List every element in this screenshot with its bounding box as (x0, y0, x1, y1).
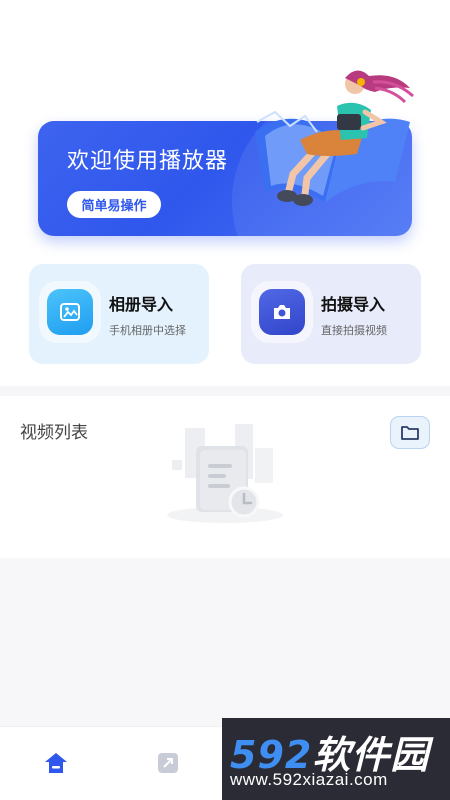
nav-home[interactable] (42, 749, 70, 777)
video-list-title: 视频列表 (20, 423, 88, 443)
shoot-icon-wrap (251, 281, 313, 343)
album-import-title: 相册导入 (109, 295, 174, 314)
image-icon (47, 289, 93, 335)
edit-icon (158, 753, 178, 773)
watermark-url: www.592xiazai.com (230, 770, 388, 789)
shoot-import-card[interactable]: 拍摄导入 直接拍摄视频 (241, 264, 421, 364)
reading-girl-illustration (255, 70, 414, 206)
list-empty-area (0, 558, 450, 726)
folder-icon (401, 425, 419, 440)
site-watermark: 592软件园 www.592xiazai.com (222, 718, 450, 800)
banner-title: 欢迎使用播放器 (67, 149, 229, 174)
shoot-import-subtitle: 直接拍摄视频 (321, 324, 387, 337)
home-icon (45, 753, 67, 773)
camera-icon (259, 289, 305, 335)
easy-operation-button[interactable]: 简单易操作 (67, 191, 161, 218)
nav-edit[interactable] (154, 749, 182, 777)
shoot-import-title: 拍摄导入 (321, 295, 386, 314)
folder-button[interactable] (390, 416, 430, 449)
album-import-card[interactable]: 相册导入 手机相册中选择 (29, 264, 209, 364)
section-divider (0, 386, 450, 396)
empty-document-icon (167, 424, 283, 523)
album-icon-wrap (39, 281, 101, 343)
album-import-subtitle: 手机相册中选择 (109, 324, 186, 337)
